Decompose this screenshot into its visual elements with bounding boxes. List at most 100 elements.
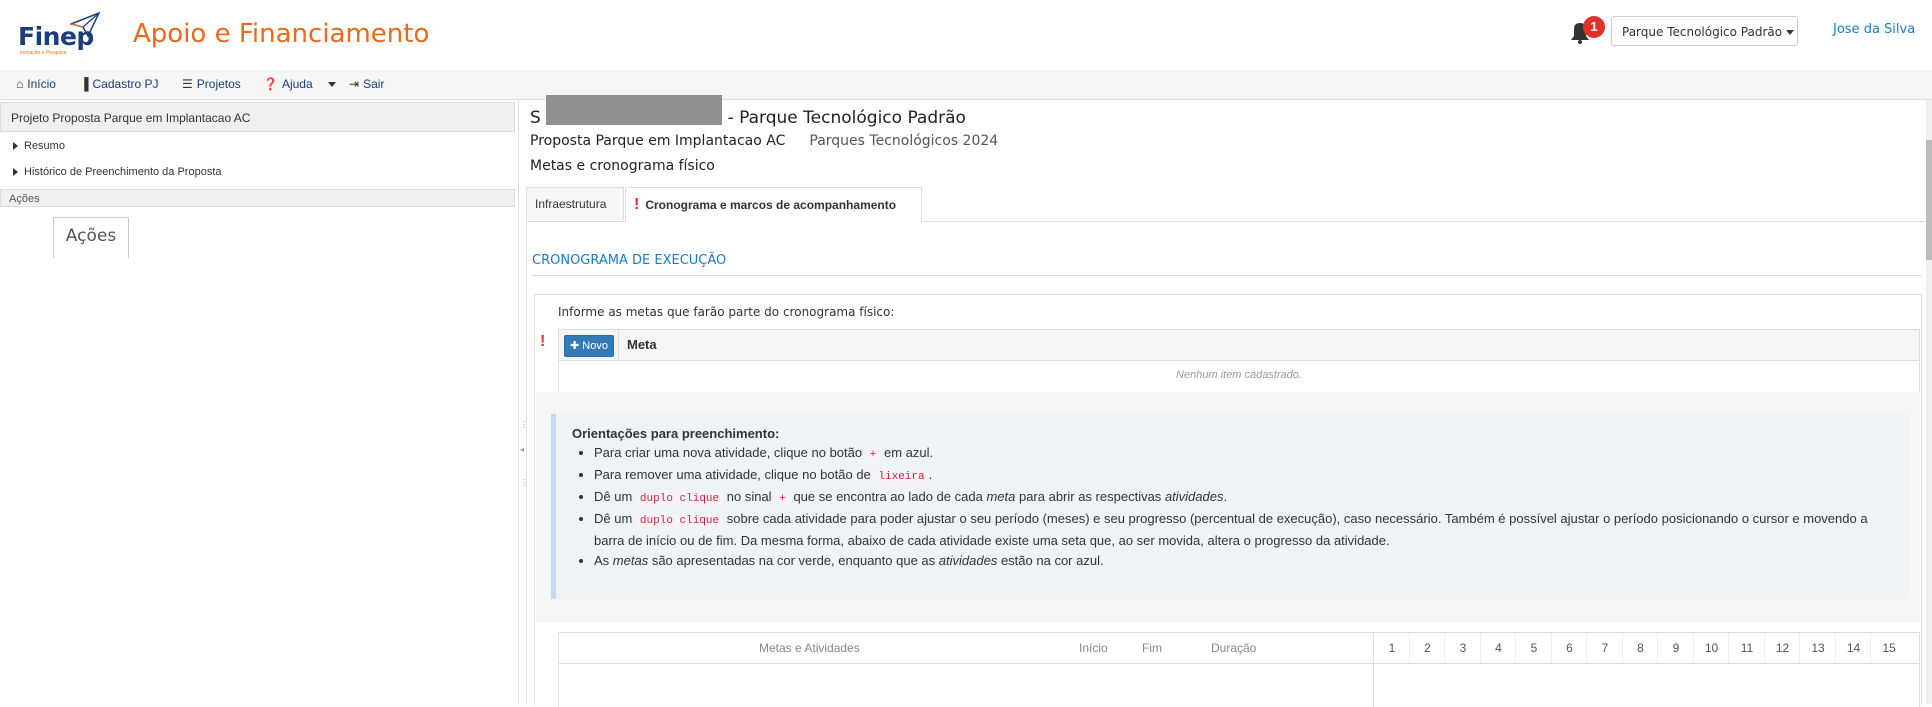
context-select[interactable]: Parque Tecnológico Padrão (1611, 16, 1798, 46)
guide-text: . (1223, 489, 1228, 504)
warning-icon: ! (540, 333, 546, 350)
guide-text: em azul. (883, 445, 934, 460)
guide-text: para abrir as respectivas (1018, 489, 1162, 504)
guide-text: Dê um (594, 511, 633, 526)
sidebar-header: Projeto Proposta Parque em Implantacao A… (0, 102, 515, 132)
tab-label: Cronograma e marcos de acompanhamento (645, 198, 897, 212)
logo-tagline: Inovação e Pesquisa (20, 50, 67, 56)
home-icon: ⌂ (16, 77, 24, 91)
main-content: S - Parque Tecnológico Padrão Proposta P… (526, 95, 1932, 707)
sidebar-actions-header: Ações (0, 189, 515, 207)
nav-cadastro-pj[interactable]: ▐ Cadastro PJ (80, 70, 159, 99)
tab-infraestrutura[interactable]: Infraestrutura (526, 187, 624, 220)
finep-logo[interactable]: Finep Inovação e Pesquisa (18, 12, 113, 56)
month-header: 2 (1408, 633, 1446, 663)
tab-label: Infraestrutura (535, 197, 607, 211)
caret-down-icon (328, 82, 336, 88)
app-title: Apoio e Financiamento (133, 19, 430, 49)
sidebar-item-label: Histórico de Preenchimento da Proposta (24, 166, 222, 178)
nav-cadastro-label: Cadastro PJ (92, 77, 159, 91)
sidebar-item-label: Resumo (24, 140, 65, 152)
gantt-divider[interactable] (1373, 633, 1374, 707)
metas-table: ✚ Novo Meta Nenhum item cadastrado. (558, 329, 1920, 393)
guide-code: + (865, 448, 881, 462)
nav-ajuda-label: Ajuda (281, 77, 313, 91)
guide-text: As (594, 553, 610, 568)
meta-column-header: Meta (618, 330, 657, 360)
tab-content: CRONOGRAMA DE EXECUÇÃO Informe as metas … (526, 221, 1928, 707)
empty-message: Nenhum item cadastrado. (1176, 369, 1302, 381)
month-header: 11 (1728, 633, 1765, 663)
guide-emphasis: meta (986, 489, 1016, 504)
divider (532, 275, 1922, 276)
caret-right-icon (13, 168, 18, 177)
scrollbar-thumb[interactable] (1926, 140, 1932, 260)
section-title: Metas e cronograma físico (530, 158, 715, 174)
guide-text: Dê um (594, 489, 633, 504)
top-header: Finep Inovação e Pesquisa Apoio e Financ… (0, 0, 1932, 71)
sign-out-icon: ⇥ (349, 77, 360, 91)
guide-wrapper: Orientações para preenchimento: Para cri… (536, 392, 1920, 622)
guide-text: são apresentadas na cor verde, enquanto … (651, 553, 936, 568)
metas-panel: Informe as metas que farão parte do cron… (534, 294, 1922, 707)
nav-projetos-label: Projetos (196, 77, 241, 91)
guide-text: Para remover uma atividade, clique no bo… (594, 467, 871, 482)
sidebar-item-resumo[interactable]: Resumo (13, 140, 65, 152)
project-sidebar: Projeto Proposta Parque em Implantacao A… (0, 100, 517, 704)
month-header: 8 (1621, 633, 1659, 663)
col-metas-atividades: Metas e Atividades (759, 641, 860, 655)
program-name: Parques Tecnológicos 2024 (809, 133, 999, 149)
guide-title: Orientações para preenchimento: (572, 426, 780, 441)
proposal-name: Proposta Parque em Implantacao AC (530, 133, 786, 149)
sidebar-item-historico[interactable]: Histórico de Preenchimento da Proposta (13, 166, 222, 178)
guide-code: + (775, 492, 790, 506)
guide-box: Orientações para preenchimento: Para cri… (551, 414, 1909, 599)
notifications-button[interactable]: 1 (1567, 16, 1605, 46)
nav-ajuda[interactable]: ❓ Ajuda (263, 70, 336, 99)
title-prefix: S (530, 108, 541, 128)
nav-projetos[interactable]: ☰ Projetos (182, 70, 241, 99)
user-menu-link[interactable]: Jose da Silva (1833, 22, 1915, 37)
month-header: 13 (1799, 633, 1836, 663)
guide-item: Para criar uma nova atividade, clique no… (594, 443, 1893, 465)
vertical-scrollbar[interactable] (1926, 100, 1932, 704)
page-title: S - Parque Tecnológico Padrão (530, 95, 966, 128)
collapse-arrow-icon[interactable]: ◂ (520, 445, 524, 454)
month-header: 9 (1657, 633, 1694, 663)
guide-code: lixeira (874, 470, 929, 484)
month-header: 3 (1444, 633, 1481, 663)
guide-emphasis: atividades (1164, 489, 1224, 504)
guide-text: no sinal (726, 489, 772, 504)
month-header: 10 (1692, 633, 1730, 663)
title-text: - Parque Tecnológico Padrão (727, 108, 966, 128)
novo-button[interactable]: ✚ Novo (564, 335, 614, 357)
guide-text: que se encontra ao lado de cada (793, 489, 983, 504)
month-header: 5 (1515, 633, 1552, 663)
actions-tab[interactable]: Ações (53, 217, 129, 258)
month-header: 4 (1479, 633, 1517, 663)
tab-bar: Infraestrutura ! Cronograma e marcos de a… (526, 187, 1926, 222)
month-header: 14 (1834, 633, 1872, 663)
crono-title: CRONOGRAMA DE EXECUÇÃO (532, 253, 727, 268)
col-fim: Fim (1142, 641, 1162, 655)
guide-emphasis: metas (612, 553, 649, 568)
guide-text: sobre cada atividade para poder ajustar … (594, 511, 1868, 548)
guide-item: Dê um duplo clique sobre cada atividade … (594, 509, 1893, 551)
building-icon: ▐ (80, 77, 89, 91)
nav-inicio-label: Início (27, 77, 56, 91)
main-navbar: ⌂ Início ▐ Cadastro PJ ☰ Projetos ❓ Ajuda ⇥ S… (0, 70, 1932, 100)
warning-icon: ! (634, 196, 640, 213)
nav-sair-label: Sair (363, 77, 385, 91)
guide-code: duplo clique (635, 492, 724, 506)
guide-item: Dê um duplo clique no sinal + que se enc… (594, 487, 1893, 509)
notification-badge: 1 (1583, 16, 1605, 38)
nav-inicio[interactable]: ⌂ Início (16, 70, 56, 99)
tab-cronograma[interactable]: ! Cronograma e marcos de acompanhamento (625, 187, 922, 222)
nav-sair[interactable]: ⇥ Sair (349, 70, 384, 99)
redacted-block (546, 95, 723, 125)
month-header: 6 (1550, 633, 1588, 663)
col-duracao: Duração (1211, 641, 1257, 655)
question-circle-icon: ❓ (263, 77, 278, 91)
caret-down-icon (1786, 30, 1795, 35)
month-header: 1 (1373, 633, 1410, 663)
